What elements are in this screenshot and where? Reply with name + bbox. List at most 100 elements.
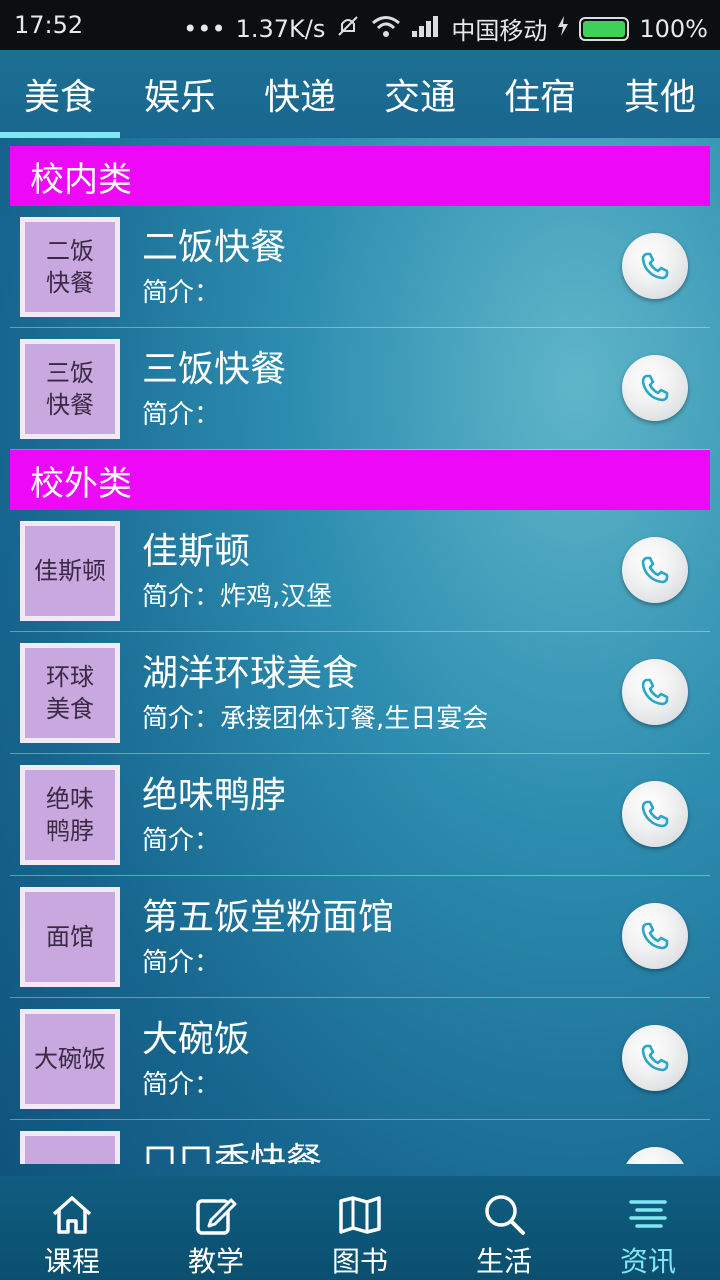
home-icon bbox=[49, 1192, 95, 1238]
phone-icon bbox=[638, 371, 672, 405]
signal-icon bbox=[411, 14, 441, 44]
list-item[interactable]: 佳斯顿 佳斯顿 简介：炸鸡,汉堡 bbox=[10, 510, 710, 632]
description-label: 简介： bbox=[142, 948, 221, 978]
bottom-nav: 课程 教学 图书 生活 资讯 bbox=[0, 1176, 720, 1280]
call-button[interactable] bbox=[622, 903, 688, 969]
nav-label: 生活 bbox=[475, 1245, 532, 1278]
restaurant-thumbnail: 二饭 快餐 bbox=[20, 217, 120, 317]
call-button[interactable] bbox=[622, 1025, 688, 1091]
list-item[interactable]: 环球 美食 湖洋环球美食 简介：承接团体订餐,生日宴会 bbox=[10, 632, 710, 754]
thumb-text: 快餐 bbox=[46, 269, 94, 297]
charging-icon bbox=[557, 14, 569, 44]
news-icon bbox=[625, 1192, 671, 1238]
description-text: 承接团体订餐,生日宴会 bbox=[220, 704, 489, 734]
nav-label: 教学 bbox=[187, 1245, 244, 1278]
notification-dots: ••• bbox=[183, 14, 226, 43]
call-button[interactable] bbox=[622, 659, 688, 725]
map-book-icon bbox=[337, 1192, 383, 1238]
description-label: 简介： bbox=[142, 826, 221, 856]
restaurant-name: 绝味鸭脖 bbox=[142, 775, 287, 816]
phone-icon bbox=[638, 797, 672, 831]
restaurant-thumbnail: 三饭 快餐 bbox=[20, 339, 120, 439]
list-item[interactable]: 口口香快餐简介： bbox=[10, 1120, 710, 1164]
restaurant-thumbnail: 绝味 鸭脖 bbox=[20, 765, 120, 865]
call-button[interactable] bbox=[622, 1147, 688, 1164]
restaurant-thumbnail: 面馆 bbox=[20, 887, 120, 987]
thumb-text: 二饭 bbox=[46, 237, 94, 265]
phone-icon bbox=[638, 249, 672, 283]
description-label: 简介： bbox=[142, 400, 221, 430]
nav-teaching[interactable]: 教学 bbox=[144, 1176, 288, 1280]
restaurant-name: 三饭快餐 bbox=[142, 349, 287, 390]
call-button[interactable] bbox=[622, 233, 688, 299]
restaurant-thumbnail bbox=[20, 1131, 120, 1164]
restaurant-name: 佳斯顿 bbox=[142, 531, 251, 572]
phone-icon bbox=[638, 553, 672, 587]
description-label: 简介： bbox=[142, 582, 221, 612]
phone-icon bbox=[638, 919, 672, 953]
nav-label: 课程 bbox=[43, 1245, 100, 1278]
restaurant-description: 简介：承接团体订餐,生日宴会 bbox=[142, 698, 488, 735]
silent-icon bbox=[335, 14, 361, 44]
call-button[interactable] bbox=[622, 537, 688, 603]
thumb-text: 三饭 bbox=[46, 359, 94, 387]
nav-library[interactable]: 图书 bbox=[288, 1176, 432, 1280]
thumb-text: 快餐 bbox=[46, 391, 94, 419]
thumb-text: 面馆 bbox=[46, 923, 94, 951]
list-item[interactable]: 大碗饭 大碗饭 简介： bbox=[10, 998, 710, 1120]
status-time: 17:52 bbox=[14, 11, 84, 39]
restaurant-description: 简介： bbox=[142, 820, 220, 857]
nav-courses[interactable]: 课程 bbox=[0, 1176, 144, 1280]
section-header: 校内类 bbox=[10, 146, 710, 206]
tab-lodging[interactable]: 住宿 bbox=[480, 50, 600, 138]
tab-transport[interactable]: 交通 bbox=[360, 50, 480, 138]
section-header: 校外类 bbox=[10, 450, 710, 510]
restaurant-name: 第五饭堂粉面馆 bbox=[142, 897, 395, 938]
nav-life[interactable]: 生活 bbox=[432, 1176, 576, 1280]
battery-level: 100% bbox=[639, 14, 708, 43]
thumb-text: 环球 bbox=[46, 663, 94, 691]
tab-express[interactable]: 快递 bbox=[240, 50, 360, 138]
status-right: ••• 1.37K/s 中国移动 100% bbox=[183, 11, 708, 46]
battery-icon bbox=[579, 16, 630, 41]
nav-news[interactable]: 资讯 bbox=[576, 1176, 720, 1280]
call-button[interactable] bbox=[622, 355, 688, 421]
restaurant-thumbnail: 大碗饭 bbox=[20, 1009, 120, 1109]
restaurant-description: 简介： bbox=[142, 1064, 220, 1101]
restaurant-name: 湖洋环球美食 bbox=[142, 653, 359, 694]
carrier-name: 中国移动 bbox=[451, 17, 548, 45]
restaurant-description: 简介： bbox=[142, 394, 220, 431]
thumb-text: 美食 bbox=[46, 695, 94, 723]
description-label: 简介： bbox=[142, 1070, 221, 1100]
tab-entertainment[interactable]: 娱乐 bbox=[120, 50, 240, 138]
list-item[interactable]: 绝味 鸭脖 绝味鸭脖 简介： bbox=[10, 754, 710, 876]
description-label: 简介： bbox=[142, 704, 221, 734]
restaurant-name: 口口香快餐 bbox=[142, 1141, 323, 1164]
phone-icon bbox=[638, 675, 672, 709]
tab-food[interactable]: 美食 bbox=[0, 50, 120, 138]
description-label: 简介： bbox=[142, 278, 221, 308]
description-text: 炸鸡,汉堡 bbox=[220, 582, 333, 612]
phone-icon bbox=[638, 1163, 672, 1164]
restaurant-name: 大碗饭 bbox=[142, 1019, 251, 1060]
network-speed: 1.37K/s bbox=[235, 14, 326, 43]
thumb-text: 佳斯顿 bbox=[34, 557, 106, 585]
restaurant-thumbnail: 环球 美食 bbox=[20, 643, 120, 743]
search-icon bbox=[481, 1192, 527, 1238]
category-tabs: 美食 娱乐 快递 交通 住宿 其他 bbox=[0, 50, 720, 138]
thumb-text: 大碗饭 bbox=[34, 1045, 106, 1073]
restaurant-description: 简介： bbox=[142, 942, 220, 979]
call-button[interactable] bbox=[622, 781, 688, 847]
list-item[interactable]: 面馆 第五饭堂粉面馆简介： bbox=[10, 876, 710, 998]
tab-other[interactable]: 其他 bbox=[600, 50, 720, 138]
thumb-text: 鸭脖 bbox=[46, 817, 94, 845]
list-item[interactable]: 二饭 快餐 二饭快餐 简介： bbox=[10, 206, 710, 328]
list-item[interactable]: 三饭 快餐 三饭快餐 简介： bbox=[10, 328, 710, 450]
status-bar: 17:52 ••• 1.37K/s 中国移动 100% bbox=[0, 0, 720, 50]
restaurant-list[interactable]: 校内类 二饭 快餐 二饭快餐 简介： 三饭 快餐 三饭快餐 简介： 校外类 佳斯顿 佳斯顿 简介：炸鸡,… bbox=[10, 146, 710, 1164]
restaurant-thumbnail: 佳斯顿 bbox=[20, 521, 120, 621]
wifi-icon bbox=[371, 14, 401, 44]
nav-label: 图书 bbox=[331, 1245, 388, 1278]
restaurant-description: 简介： bbox=[142, 272, 220, 309]
thumb-text: 绝味 bbox=[46, 785, 94, 813]
